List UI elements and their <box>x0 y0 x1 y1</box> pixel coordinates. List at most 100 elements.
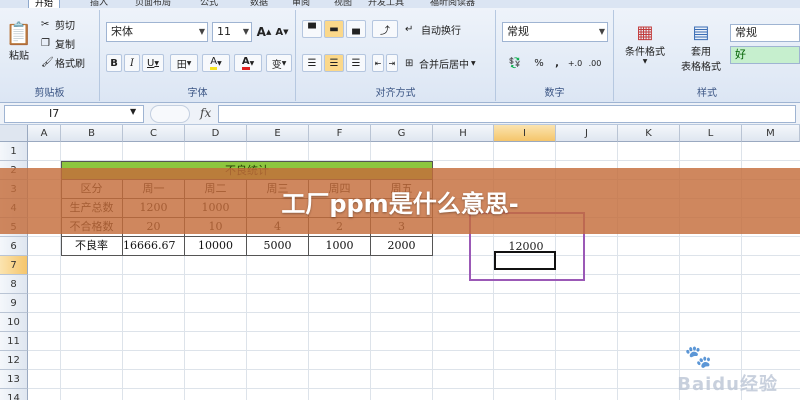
style-good[interactable]: 好 <box>730 46 800 64</box>
column-header-b[interactable]: B <box>61 125 123 142</box>
row-gridline <box>28 274 800 275</box>
column-header-j[interactable]: J <box>556 125 618 142</box>
align-bottom-button[interactable]: ▄ <box>346 20 366 38</box>
chevron-down-icon: ▼ <box>154 59 159 67</box>
tab-insert[interactable]: 插入 <box>90 0 108 8</box>
row-header-13[interactable]: 13 <box>0 370 28 389</box>
align-center-button[interactable]: ☰ <box>324 54 344 72</box>
table-cell[interactable]: 5000 <box>247 237 309 256</box>
table-cell[interactable]: 10000 <box>185 237 247 256</box>
row-header-14[interactable]: 14 <box>0 389 28 400</box>
chevron-down-icon[interactable]: ▼ <box>130 107 136 116</box>
table-row-label[interactable]: 不良率 <box>61 237 123 256</box>
formula-input[interactable] <box>218 105 796 123</box>
merge-center-button[interactable]: ⊞ 合并后居中 ▼ <box>404 54 494 72</box>
column-header-d[interactable]: D <box>185 125 247 142</box>
row-header-7[interactable]: 7 <box>0 256 28 275</box>
column-header-k[interactable]: K <box>618 125 680 142</box>
align-left-button[interactable]: ☰ <box>302 54 322 72</box>
underline-button[interactable]: U ▼ <box>142 54 164 72</box>
percent-style-button[interactable]: % <box>530 54 548 72</box>
merge-icon: ⊞ <box>405 57 414 69</box>
orientation-button[interactable]: ⤴ <box>372 20 398 38</box>
copy-icon: ❐ <box>41 37 50 49</box>
tab-data[interactable]: 数据 <box>250 0 268 8</box>
row-header-12[interactable]: 12 <box>0 351 28 370</box>
fill-color-button[interactable]: A ▼ <box>202 54 230 72</box>
row-header-10[interactable]: 10 <box>0 313 28 332</box>
column-header-i[interactable]: I <box>494 125 556 142</box>
table-style-icon: ▤ <box>692 21 710 43</box>
tab-formulas[interactable]: 公式 <box>200 0 218 8</box>
formula-bar: I7 ▼ fx <box>0 103 800 125</box>
align-right-button[interactable]: ☰ <box>346 54 366 72</box>
align-center-icon: ☰ <box>329 57 339 69</box>
column-header-m[interactable]: M <box>742 125 800 142</box>
font-size-combo[interactable]: 11 ▼ <box>212 22 252 42</box>
decrease-indent-button[interactable]: ⇤ <box>372 54 384 72</box>
conditional-formatting-button[interactable]: ▦ 条件格式 ▼ <box>620 14 670 72</box>
row-header-8[interactable]: 8 <box>0 275 28 294</box>
paste-button[interactable]: 📋 粘贴 <box>4 14 34 70</box>
tab-developer[interactable]: 开发工具 <box>368 0 404 8</box>
tab-page-layout[interactable]: 页面布局 <box>135 0 171 8</box>
row-header-11[interactable]: 11 <box>0 332 28 351</box>
table-cell[interactable]: 1000 <box>309 237 371 256</box>
column-header-l[interactable]: L <box>680 125 742 142</box>
font-color-button[interactable]: A ▼ <box>234 54 262 72</box>
row-gridline <box>28 331 800 332</box>
align-right-icon: ☰ <box>351 57 361 69</box>
format-as-table-button[interactable]: ▤ 套用 表格格式 <box>674 14 728 80</box>
active-cell-i7[interactable] <box>494 251 556 270</box>
phonetic-icon: 变 <box>271 59 282 71</box>
align-middle-icon: ▬ <box>329 23 339 35</box>
worksheet-grid[interactable]: ABCDEFGHIJKLM 1234567891011121314 不良统计 区… <box>0 125 800 400</box>
borders-button[interactable]: 田 ▼ <box>170 54 198 72</box>
italic-button[interactable]: I <box>124 54 140 72</box>
increase-decimal-button[interactable]: +.0 <box>566 54 584 72</box>
formula-bar-resize-handle[interactable] <box>150 105 190 123</box>
grow-font-button[interactable]: A ▲ <box>256 22 272 42</box>
increase-decimal-icon: +.0 <box>567 58 583 68</box>
increase-indent-button[interactable]: ⇥ <box>386 54 398 72</box>
phonetic-button[interactable]: 变 ▼ <box>266 54 292 72</box>
column-header-f[interactable]: F <box>309 125 371 142</box>
select-all-corner[interactable] <box>0 125 28 142</box>
copy-button[interactable]: ❐ 复制 <box>40 35 96 51</box>
row-header-1[interactable]: 1 <box>0 142 28 161</box>
accounting-format-button[interactable]: 💱 <box>502 54 528 72</box>
shrink-font-button[interactable]: A ▼ <box>274 22 290 42</box>
column-header-a[interactable]: A <box>28 125 61 142</box>
bold-button[interactable]: B <box>106 54 122 72</box>
number-group: 常规 ▼ 💱 % , +.0 .00 数字 <box>496 10 614 101</box>
column-header-c[interactable]: C <box>123 125 185 142</box>
insert-function-icon[interactable]: fx <box>200 106 211 120</box>
tab-home[interactable]: 开始 <box>28 0 61 9</box>
wrap-text-button[interactable]: ↵ 自动换行 <box>404 20 492 38</box>
clipboard-group: 📋 粘贴 ✂ 剪切 ❐ 复制 🖌 格式刷 剪贴板 <box>0 10 100 101</box>
number-group-label: 数字 <box>544 88 565 99</box>
row-header-6[interactable]: 6 <box>0 237 28 256</box>
font-name-combo[interactable]: 宋体 ▼ <box>106 22 208 42</box>
comma-style-button[interactable]: , <box>550 54 564 72</box>
chevron-down-icon: ▼ <box>598 27 605 36</box>
column-header-e[interactable]: E <box>247 125 309 142</box>
alignment-group-label: 对齐方式 <box>375 88 416 99</box>
cut-button[interactable]: ✂ 剪切 <box>40 16 96 32</box>
align-left-icon: ☰ <box>307 57 317 69</box>
tab-view[interactable]: 视图 <box>334 0 352 8</box>
tab-foxit-reader[interactable]: 福昕阅读器 <box>430 0 475 8</box>
format-painter-button[interactable]: 🖌 格式刷 <box>40 54 98 70</box>
column-header-g[interactable]: G <box>371 125 433 142</box>
name-box[interactable]: I7 <box>4 105 144 123</box>
table-cell[interactable]: 2000 <box>371 237 433 256</box>
row-header-9[interactable]: 9 <box>0 294 28 313</box>
table-cell[interactable]: 16666.67 <box>123 237 185 256</box>
column-header-h[interactable]: H <box>433 125 494 142</box>
align-top-button[interactable]: ▀ <box>302 20 322 38</box>
style-normal[interactable]: 常规 <box>730 24 800 42</box>
tab-review[interactable]: 审阅 <box>292 0 310 8</box>
number-format-combo[interactable]: 常规 ▼ <box>502 22 608 42</box>
decrease-decimal-button[interactable]: .00 <box>586 54 604 72</box>
align-middle-button[interactable]: ▬ <box>324 20 344 38</box>
